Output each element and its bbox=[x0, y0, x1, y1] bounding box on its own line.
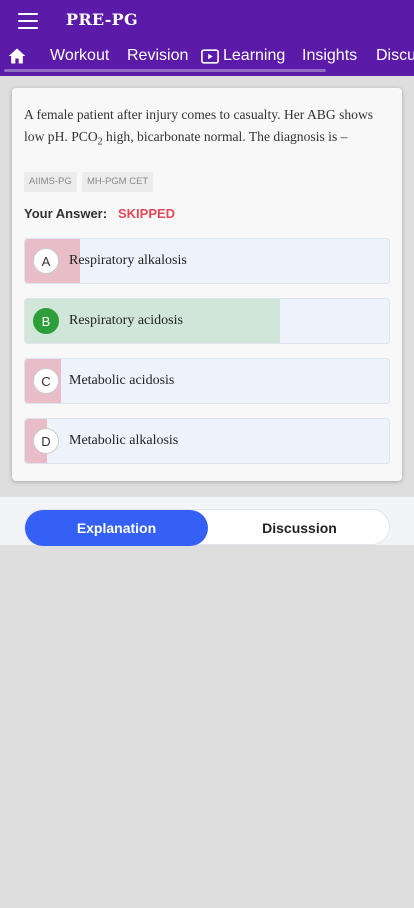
tab-learning-label: Learning bbox=[223, 47, 286, 64]
option-letter-badge: D bbox=[33, 428, 59, 454]
play-icon bbox=[201, 48, 219, 64]
tab-bar: Workout Revision Learning Insights Discu bbox=[0, 40, 414, 72]
app-title: PRE-PG bbox=[66, 10, 138, 29]
question-text: A female patient after injury comes to c… bbox=[24, 107, 374, 148]
question-card: A female patient after injury comes to c… bbox=[12, 88, 402, 481]
explanation-tab[interactable]: Explanation bbox=[25, 510, 208, 546]
tab-discussion[interactable]: Discu bbox=[376, 46, 414, 66]
option-letter-badge: C bbox=[33, 368, 59, 394]
discussion-tab[interactable]: Discussion bbox=[208, 510, 391, 546]
tag-mh-pgm: MH-PGM CET bbox=[82, 172, 154, 192]
answer-status: SKIPPED bbox=[118, 206, 176, 221]
option-label: Respiratory alkalosis bbox=[69, 253, 187, 268]
tab-scrollbar[interactable] bbox=[4, 69, 326, 72]
menu-icon[interactable] bbox=[18, 13, 38, 29]
option-a[interactable]: A Respiratory alkalosis bbox=[24, 238, 390, 284]
tab-learning[interactable]: Learning bbox=[201, 46, 285, 66]
option-d[interactable]: D Metabolic alkalosis bbox=[24, 418, 390, 464]
option-b[interactable]: B Respiratory acidosis bbox=[24, 298, 390, 344]
option-label: Metabolic alkalosis bbox=[69, 433, 179, 448]
option-label: Metabolic acidosis bbox=[69, 373, 175, 388]
app-bar: PRE-PG Workout Revision Learning Insight… bbox=[0, 0, 414, 76]
segmented-control: Explanation Discussion bbox=[24, 509, 391, 546]
home-icon[interactable] bbox=[7, 46, 27, 66]
option-c[interactable]: C Metabolic acidosis bbox=[24, 358, 390, 404]
tab-workout[interactable]: Workout bbox=[50, 46, 109, 66]
option-letter-badge: B bbox=[33, 308, 59, 334]
detail-panel: Explanation Discussion bbox=[0, 497, 414, 546]
tab-revision[interactable]: Revision bbox=[127, 46, 188, 66]
your-answer-label: Your Answer: bbox=[24, 206, 108, 221]
option-label: Respiratory acidosis bbox=[69, 313, 183, 328]
tab-insights[interactable]: Insights bbox=[302, 46, 357, 66]
tag-aiims: AIIMS-PG bbox=[24, 172, 77, 192]
option-letter-badge: A bbox=[33, 248, 59, 274]
